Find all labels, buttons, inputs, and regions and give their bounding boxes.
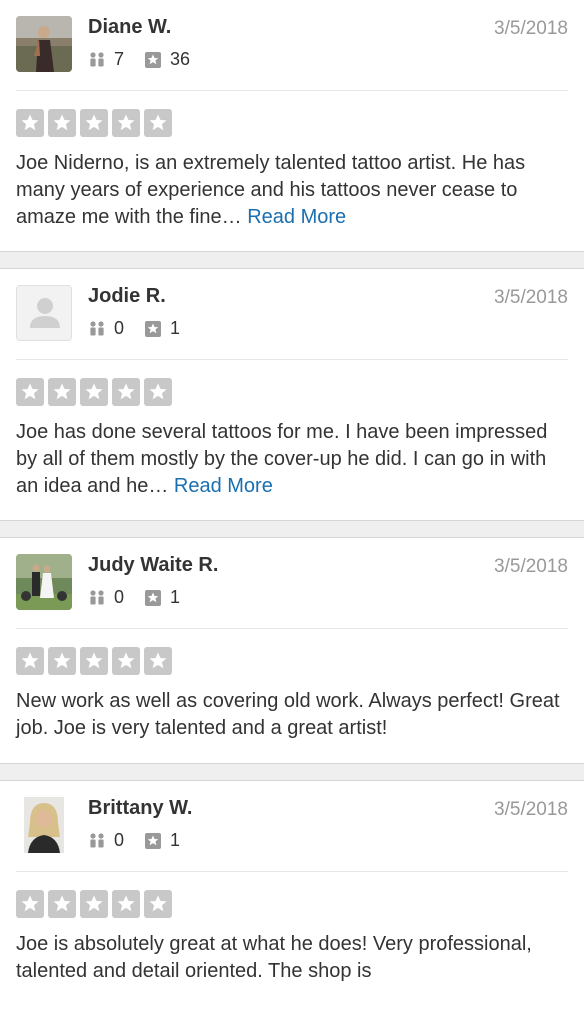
friends-count: 0 xyxy=(114,587,125,607)
star-icon xyxy=(80,890,108,918)
reviewer-stats: 7 36 xyxy=(88,49,210,70)
reviewer-stats: 0 1 xyxy=(88,830,200,851)
star-icon xyxy=(112,647,140,675)
star-icon xyxy=(48,890,76,918)
friends-stat: 0 xyxy=(88,830,124,851)
star-icon xyxy=(144,647,172,675)
avatar-photo-icon xyxy=(16,797,72,853)
section-separator xyxy=(0,764,584,780)
reviews-stat: 1 xyxy=(144,587,180,608)
default-user-icon xyxy=(17,286,71,340)
friends-stat: 0 xyxy=(88,318,124,339)
review-card: Jodie R. 3/5/2018 0 1 Joe has done sever… xyxy=(0,268,584,521)
reviewer-name[interactable]: Diane W. xyxy=(88,16,171,39)
review-text: Joe Niderno, is an extremely talented ta… xyxy=(0,137,584,247)
review-card: Judy Waite R. 3/5/2018 0 1 New work as w… xyxy=(0,537,584,764)
read-more-link[interactable]: Read More xyxy=(247,206,346,228)
reviews-stat: 36 xyxy=(144,49,190,70)
star-icon xyxy=(112,109,140,137)
review-count: 36 xyxy=(170,49,191,69)
star-icon xyxy=(48,647,76,675)
star-icon xyxy=(144,109,172,137)
star-rating xyxy=(0,872,584,918)
star-icon xyxy=(80,378,108,406)
star-icon xyxy=(16,647,44,675)
section-separator xyxy=(0,521,584,537)
friends-count: 7 xyxy=(114,49,125,69)
read-more-link[interactable]: Read More xyxy=(174,475,273,497)
review-star-icon xyxy=(145,832,162,849)
review-text: Joe has done several tattoos for me. I h… xyxy=(0,406,584,516)
reviewer-stats: 0 1 xyxy=(88,587,200,608)
reviewer-name[interactable]: Jodie R. xyxy=(88,285,166,308)
star-rating xyxy=(0,629,584,675)
review-count: 1 xyxy=(170,318,181,338)
reviews-list: Diane W. 3/5/2018 7 36 Joe Niderno, is a… xyxy=(0,0,584,1016)
review-star-icon xyxy=(145,51,162,68)
star-icon xyxy=(112,890,140,918)
star-rating xyxy=(0,91,584,137)
friends-icon xyxy=(90,320,104,335)
review-body: Joe is absolutely great at what he does!… xyxy=(16,933,532,982)
avatar-photo-icon xyxy=(16,554,72,610)
reviewer-name[interactable]: Judy Waite R. xyxy=(88,554,218,577)
reviews-stat: 1 xyxy=(144,318,180,339)
star-icon xyxy=(16,890,44,918)
review-card: Brittany W. 3/5/2018 0 1 Joe is absolute… xyxy=(0,780,584,1016)
star-icon xyxy=(80,109,108,137)
review-card: Diane W. 3/5/2018 7 36 Joe Niderno, is a… xyxy=(0,0,584,252)
review-date: 3/5/2018 xyxy=(494,556,568,577)
user-avatar[interactable] xyxy=(16,554,72,610)
star-icon xyxy=(16,378,44,406)
reviewer-name[interactable]: Brittany W. xyxy=(88,797,192,820)
review-star-icon xyxy=(145,320,162,337)
star-icon xyxy=(112,378,140,406)
reviews-stat: 1 xyxy=(144,830,180,851)
friends-icon xyxy=(90,589,104,604)
friends-count: 0 xyxy=(114,318,125,338)
friends-count: 0 xyxy=(114,830,125,850)
friends-stat: 0 xyxy=(88,587,124,608)
star-icon xyxy=(144,890,172,918)
review-text: Joe is absolutely great at what he does!… xyxy=(0,918,584,1001)
star-icon xyxy=(16,109,44,137)
star-icon xyxy=(48,378,76,406)
review-body: Joe has done several tattoos for me. I h… xyxy=(16,421,548,497)
user-avatar[interactable] xyxy=(16,285,72,341)
review-body: New work as well as covering old work. A… xyxy=(16,690,560,739)
star-rating xyxy=(0,360,584,406)
section-separator xyxy=(0,252,584,268)
star-icon xyxy=(80,647,108,675)
review-date: 3/5/2018 xyxy=(494,287,568,308)
star-icon xyxy=(144,378,172,406)
review-date: 3/5/2018 xyxy=(494,18,568,39)
review-date: 3/5/2018 xyxy=(494,799,568,820)
review-count: 1 xyxy=(170,830,181,850)
review-text: New work as well as covering old work. A… xyxy=(0,675,584,758)
user-avatar[interactable] xyxy=(16,16,72,72)
friends-stat: 7 xyxy=(88,49,124,70)
reviewer-stats: 0 1 xyxy=(88,318,200,339)
avatar-photo-icon xyxy=(16,16,72,72)
friends-icon xyxy=(90,51,104,66)
review-star-icon xyxy=(145,589,162,606)
friends-icon xyxy=(90,832,104,847)
user-avatar[interactable] xyxy=(16,797,72,853)
star-icon xyxy=(48,109,76,137)
review-count: 1 xyxy=(170,587,181,607)
